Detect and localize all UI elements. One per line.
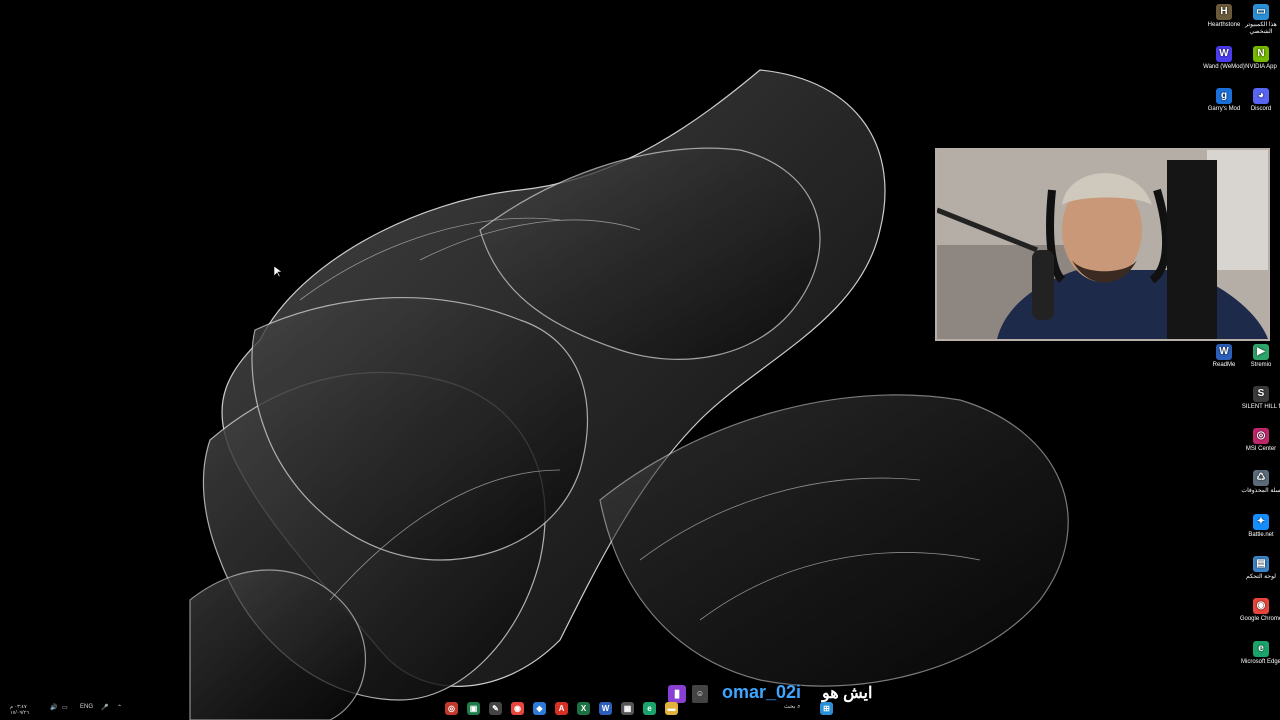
taskbar <box>0 702 1280 720</box>
desktop-icon-label: NVIDIA App <box>1245 64 1277 70</box>
desktop-icon[interactable]: ◉ Google Chrome <box>1239 598 1280 623</box>
wand-wemod-icon: W <box>1216 46 1232 62</box>
desktop-icon[interactable]: S SILENT HILL f <box>1239 386 1280 411</box>
discord-icon: ◕ <box>1253 88 1269 104</box>
desktop-icon-label: هذا الكمبيوتر الشخصي <box>1245 22 1277 35</box>
desktop-icon[interactable]: ♺ سلة المحذوفات <box>1239 470 1280 495</box>
search-icon: ⌕ <box>797 704 801 710</box>
webcam-overlay <box>935 148 1270 341</box>
chrome-icon: ◉ <box>1253 598 1269 614</box>
app-explorer-icon[interactable]: ▬ <box>665 702 678 715</box>
desktop-icon[interactable]: ▭ هذا الكمبيوتر الشخصي <box>1239 4 1280 36</box>
battlenet-icon: ✦ <box>1253 514 1269 530</box>
clock[interactable]: ٠٣:٤٧ م ١٧/٠٩/٢٦ <box>10 704 29 716</box>
hearthstone-icon: H <box>1216 4 1232 20</box>
desktop-icon-label: Stremio <box>1250 362 1272 368</box>
desktop-icon[interactable]: ▶ Stremio <box>1239 344 1280 369</box>
app-red-circle-icon[interactable]: ◎ <box>445 702 458 715</box>
desktop-icon-label: سلة المحذوفات <box>1241 488 1280 494</box>
nvidia-icon: N <box>1253 46 1269 62</box>
chevron-up-icon[interactable]: ⌃ <box>117 704 122 711</box>
battery-icon[interactable]: ▭ <box>62 704 68 711</box>
desktop-icon-label: SILENT HILL f <box>1241 404 1280 410</box>
start-button-icon[interactable]: ⊞ <box>820 702 833 715</box>
microphone-icon[interactable]: 🎤 <box>101 704 108 711</box>
control-panel-icon: ▤ <box>1253 556 1269 572</box>
desktop-icon-label: MSI Center <box>1245 446 1277 452</box>
desktop-icon[interactable]: ✦ Battle.net <box>1239 514 1280 539</box>
chat-username: omar_02i <box>722 682 802 702</box>
search-label: بحث <box>784 704 796 710</box>
recycle-bin-icon: ♺ <box>1253 470 1269 486</box>
desktop-icon[interactable]: e Microsoft Edge <box>1239 641 1280 666</box>
desktop-icon[interactable]: ▤ لوحة التحكم <box>1239 556 1280 581</box>
emote-badge-icon: ☺ <box>692 685 708 703</box>
twitch-icon: ▮ <box>668 685 686 703</box>
language-indicator[interactable]: ENG <box>80 704 93 710</box>
edge-icon: e <box>1253 641 1269 657</box>
desktop-icon[interactable]: N NVIDIA App <box>1239 46 1280 71</box>
chat-message: ايش هو <box>822 685 873 702</box>
msi-center-icon: ◎ <box>1253 428 1269 444</box>
silent-hill-icon: S <box>1253 386 1269 402</box>
app-excel-icon[interactable]: X <box>577 702 590 715</box>
app-word-icon[interactable]: W <box>599 702 612 715</box>
desktop-icon-label: لوحة التحكم <box>1245 574 1276 580</box>
app-notepad-icon[interactable]: ✎ <box>489 702 502 715</box>
desktop-icon-label: Microsoft Edge <box>1240 659 1280 665</box>
app-terminal-icon[interactable]: ▣ <box>467 702 480 715</box>
this-pc-icon: ▭ <box>1253 4 1269 20</box>
app-edge-icon[interactable]: e <box>643 702 656 715</box>
volume-icon[interactable]: 🔊 <box>50 704 57 711</box>
app-3d-icon[interactable]: ◆ <box>533 702 546 715</box>
taskbar-search[interactable]: بحث ⌕ <box>784 703 800 711</box>
app-chrome-icon[interactable]: ◉ <box>511 702 524 715</box>
desktop-icon[interactable]: ◎ MSI Center <box>1239 428 1280 453</box>
desktop-icon[interactable]: ◕ Discord <box>1239 88 1280 113</box>
desktop-icon-label: Discord <box>1250 106 1272 112</box>
garrys-mod-icon: g <box>1216 88 1232 104</box>
desktop-icon-label: Battle.net <box>1248 532 1274 538</box>
desktop-icon-label: Google Chrome <box>1239 616 1280 622</box>
mouse-cursor-icon <box>274 266 282 278</box>
desktop-wallpaper <box>0 0 1280 720</box>
app-calendar-icon[interactable]: ▦ <box>621 702 634 715</box>
webcam-person-image <box>937 150 1268 339</box>
clock-date: ١٧/٠٩/٢٦ <box>10 710 29 716</box>
stremio-icon: ▶ <box>1253 344 1269 360</box>
app-acrobat-icon[interactable]: A <box>555 702 568 715</box>
readme-icon: W <box>1216 344 1232 360</box>
